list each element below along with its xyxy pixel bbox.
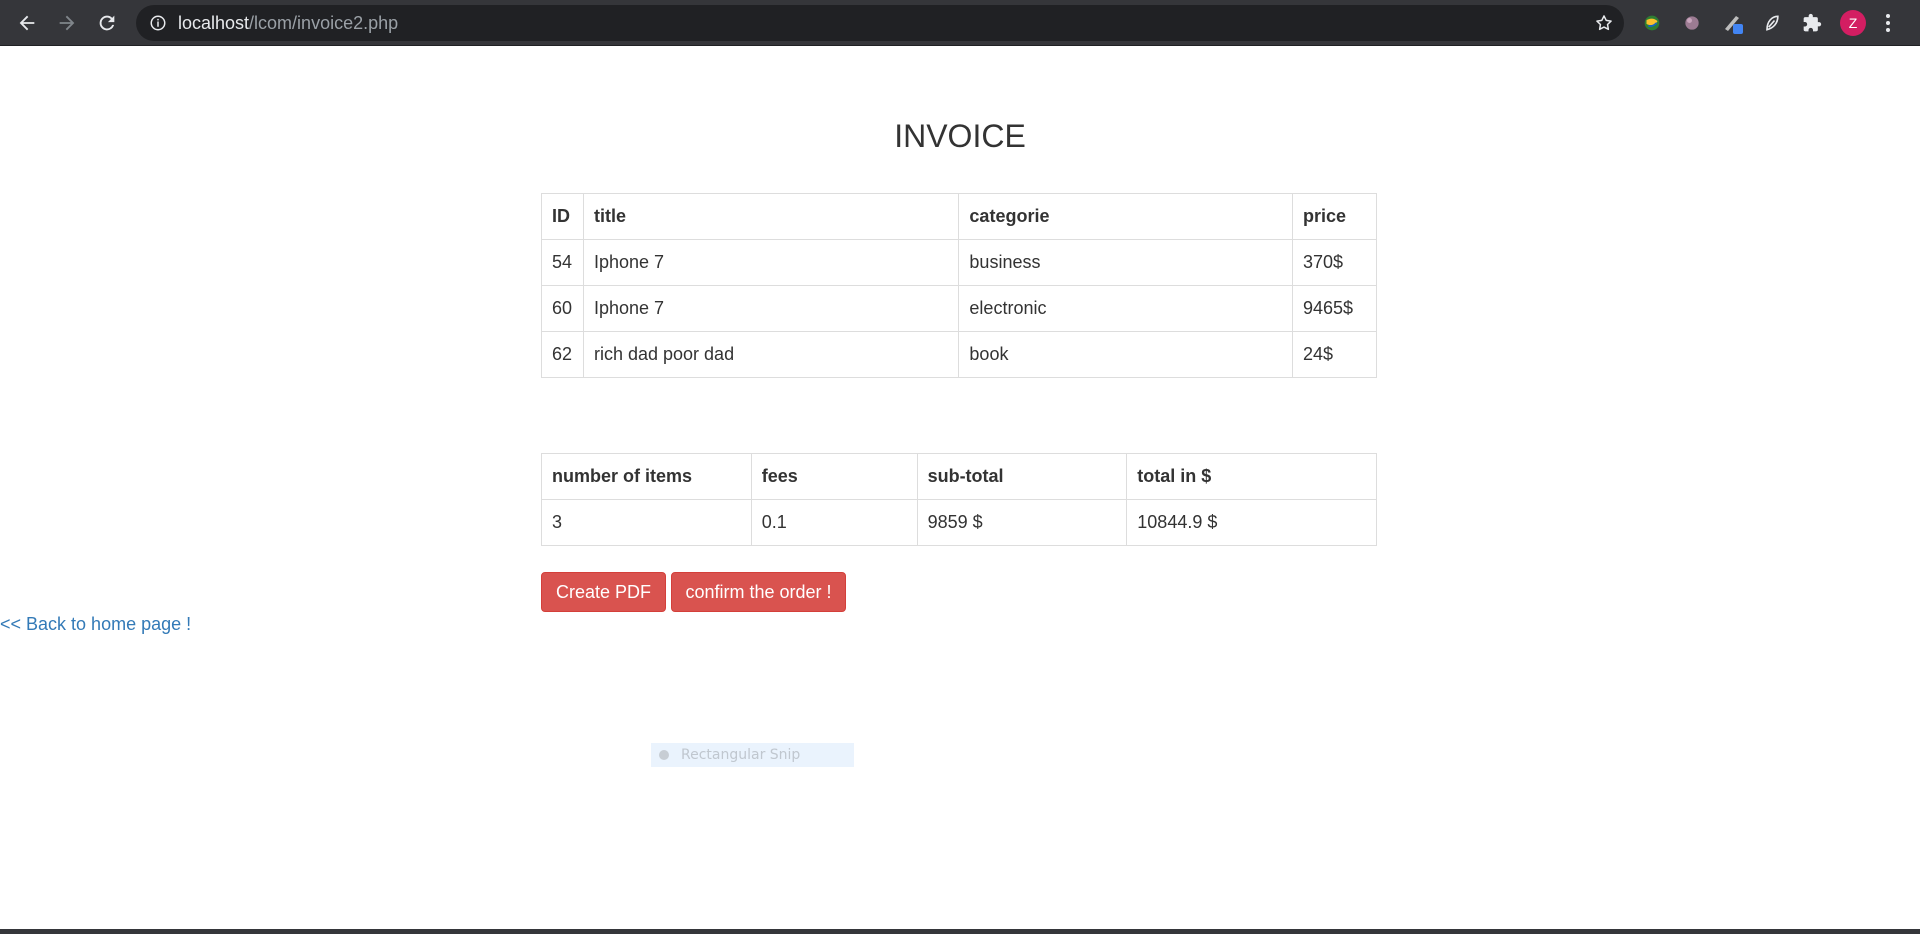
cell-price: 9465$ [1291, 285, 1378, 332]
cell-categorie: electronic [958, 285, 1293, 332]
url-host: localhost [178, 13, 250, 33]
column-header-id: ID [541, 193, 584, 240]
snip-label: Rectangular Snip [681, 747, 801, 763]
cell-price: 24$ [1291, 331, 1378, 378]
cell-categorie: business [958, 239, 1293, 286]
table-row: 62 rich dad poor dad book 24$ [541, 331, 1378, 378]
url-text[interactable]: localhost/lcom/invoice2.php [178, 14, 398, 32]
table-row: 54 Iphone 7 business 370$ [541, 239, 1378, 286]
bookmark-star-icon[interactable] [1594, 13, 1614, 33]
reload-icon[interactable] [92, 8, 122, 38]
extension-globe-icon[interactable] [1640, 11, 1664, 35]
address-bar[interactable]: localhost/lcom/invoice2.php [136, 5, 1624, 41]
snip-radio-icon [659, 750, 669, 760]
info-icon[interactable] [149, 14, 167, 32]
column-header-sub-total: sub-total [916, 453, 1128, 500]
puzzle-icon[interactable] [1800, 11, 1824, 35]
back-arrow-icon[interactable] [12, 8, 42, 38]
menu-dots-icon[interactable] [1883, 11, 1893, 35]
browser-toolbar: localhost/lcom/invoice2.php Z [0, 0, 1920, 46]
bottom-bar [0, 929, 1920, 934]
cell-title: Iphone 7 [582, 239, 960, 286]
cell-id: 62 [541, 331, 584, 378]
confirm-order-button[interactable]: confirm the order ! [671, 572, 846, 612]
column-header-categorie: categorie [958, 193, 1293, 240]
forward-arrow-icon[interactable] [52, 8, 82, 38]
column-header-fees: fees [750, 453, 918, 500]
items-table: ID title categorie price 54 Iphone 7 bus… [541, 193, 1378, 378]
cell-sub-total: 9859 $ [916, 499, 1128, 546]
cell-number-of-items: 3 [541, 499, 752, 546]
summary-table: number of items fees sub-total total in … [541, 453, 1377, 546]
column-header-total: total in $ [1126, 453, 1377, 500]
cell-title: rich dad poor dad [582, 331, 960, 378]
table-row: 3 0.1 9859 $ 10844.9 $ [541, 499, 1377, 546]
column-header-number-of-items: number of items [541, 453, 752, 500]
cell-id: 60 [541, 285, 584, 332]
table-row: 60 Iphone 7 electronic 9465$ [541, 285, 1378, 332]
extension-leaf-icon[interactable] [1760, 11, 1784, 35]
cell-categorie: book [958, 331, 1293, 378]
column-header-title: title [582, 193, 960, 240]
extension-ball-icon[interactable] [1680, 11, 1704, 35]
back-to-home-link[interactable]: << Back to home page ! [0, 614, 191, 635]
cell-title: Iphone 7 [582, 285, 960, 332]
cell-id: 54 [541, 239, 584, 286]
column-header-price: price [1291, 193, 1378, 240]
profile-avatar[interactable]: Z [1840, 10, 1866, 36]
page-title: INVOICE [894, 118, 1026, 154]
cell-price: 370$ [1291, 239, 1378, 286]
table-header-row: number of items fees sub-total total in … [541, 453, 1377, 500]
rectangular-snip-tooltip: Rectangular Snip [651, 743, 854, 767]
extension-pen-icon[interactable] [1721, 11, 1745, 35]
cell-total: 10844.9 $ [1126, 499, 1377, 546]
cell-fees: 0.1 [750, 499, 918, 546]
create-pdf-button[interactable]: Create PDF [541, 572, 666, 612]
table-header-row: ID title categorie price [541, 193, 1378, 240]
url-path: /lcom/invoice2.php [249, 13, 399, 33]
